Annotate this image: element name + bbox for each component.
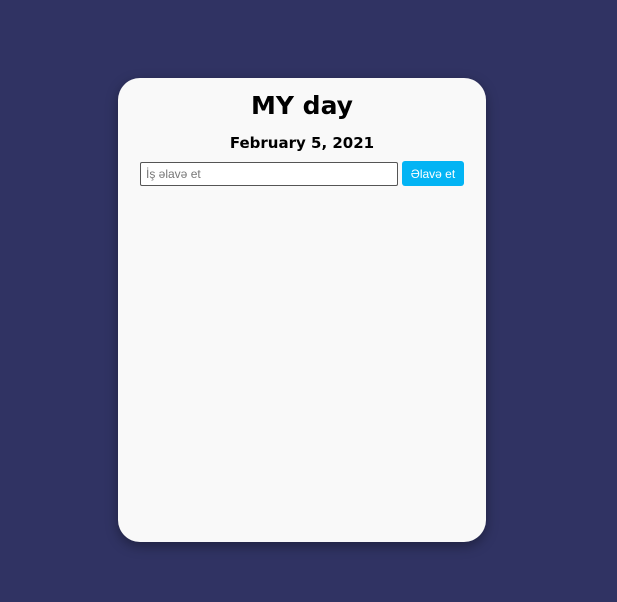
app-title: MY day [251, 91, 353, 120]
add-task-button[interactable]: Əlavə et [402, 161, 464, 186]
current-date: February 5, 2021 [229, 134, 375, 152]
todo-card: MY day February 5, 2021 Əlavə et [118, 78, 486, 542]
task-input[interactable] [140, 162, 398, 186]
